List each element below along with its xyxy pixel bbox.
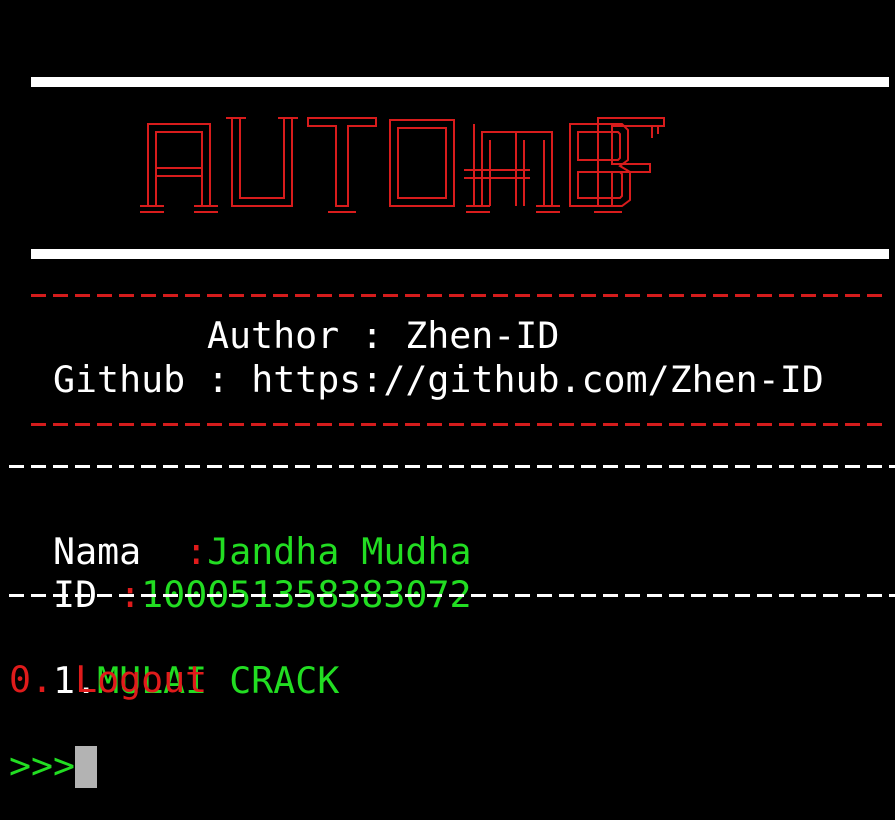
author-line: Author : Zhen-ID [207,314,560,357]
menu-item-logout[interactable]: 0. Logout [9,658,207,702]
divider-white-bottom [9,594,895,597]
banner-bottom-bar [31,249,889,259]
terminal-cursor[interactable] [75,746,97,788]
input-prompt: >>> [9,744,76,787]
divider-red-bottom [31,423,889,426]
account-id-row: ID :100051358383072 [9,529,471,616]
divider-red-top [31,294,889,297]
github-line: Github : https://github.com/Zhen-ID [53,358,824,401]
account-name-row: Nama :Jandha Mudha [9,486,471,573]
divider-white-top [9,465,895,468]
banner-logo [140,117,665,213]
banner-top-bar [31,77,889,87]
menu-item-mulai-crack[interactable]: 1.MULAI CRACK [9,615,339,702]
